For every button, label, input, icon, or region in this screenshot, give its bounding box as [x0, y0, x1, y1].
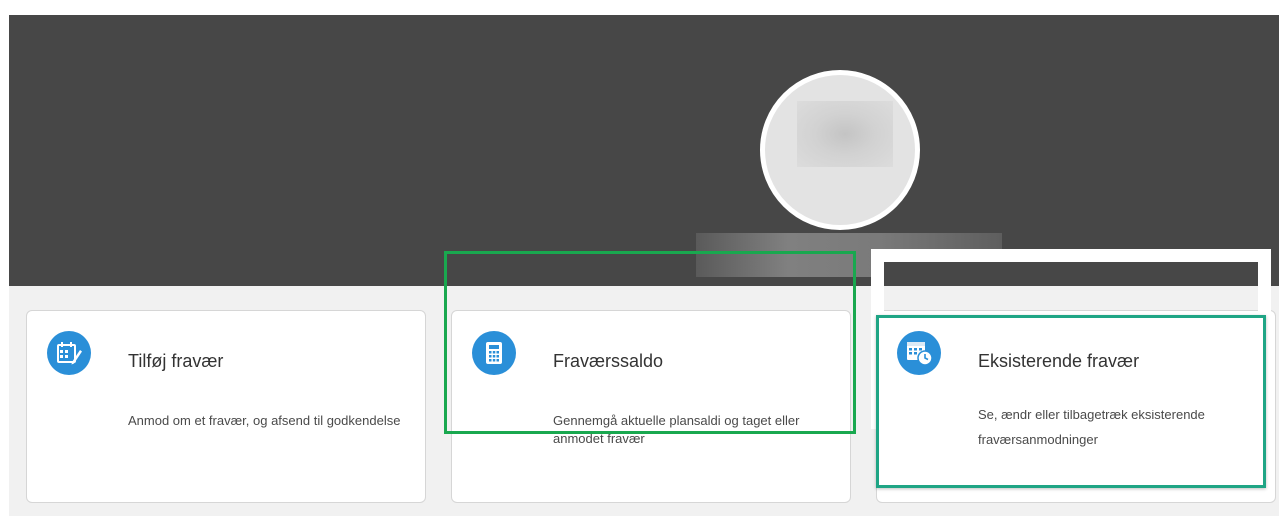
- calculator-icon: [472, 331, 516, 375]
- card-title[interactable]: Tilføj fravær: [128, 351, 223, 372]
- profile-banner: [9, 15, 1279, 286]
- calendar-edit-icon: [47, 331, 91, 375]
- avatar-image-redacted: [797, 101, 893, 167]
- card-description-partial: Se, ændr eller tilbagetræk eksisterende: [978, 410, 1205, 422]
- card-description: fraværsanmodninger: [978, 432, 1098, 447]
- card-absence-balance[interactable]: Fraværssaldo Gennemgå aktuelle plansaldi…: [451, 310, 851, 503]
- card-add-absence[interactable]: Tilføj fravær Anmod om et fravær, og afs…: [26, 310, 426, 503]
- card-description: Gennemgå aktuelle plansaldi og taget ell…: [553, 413, 800, 446]
- avatar[interactable]: [760, 70, 920, 230]
- card-title[interactable]: Fraværssaldo: [553, 351, 663, 372]
- card-description-cutoff: Se, ændr eller tilbagetræk eksisterende: [978, 410, 1238, 430]
- highlight-inner-dark: [884, 262, 1258, 284]
- card-description: Anmod om et fravær, og afsend til godken…: [128, 413, 401, 428]
